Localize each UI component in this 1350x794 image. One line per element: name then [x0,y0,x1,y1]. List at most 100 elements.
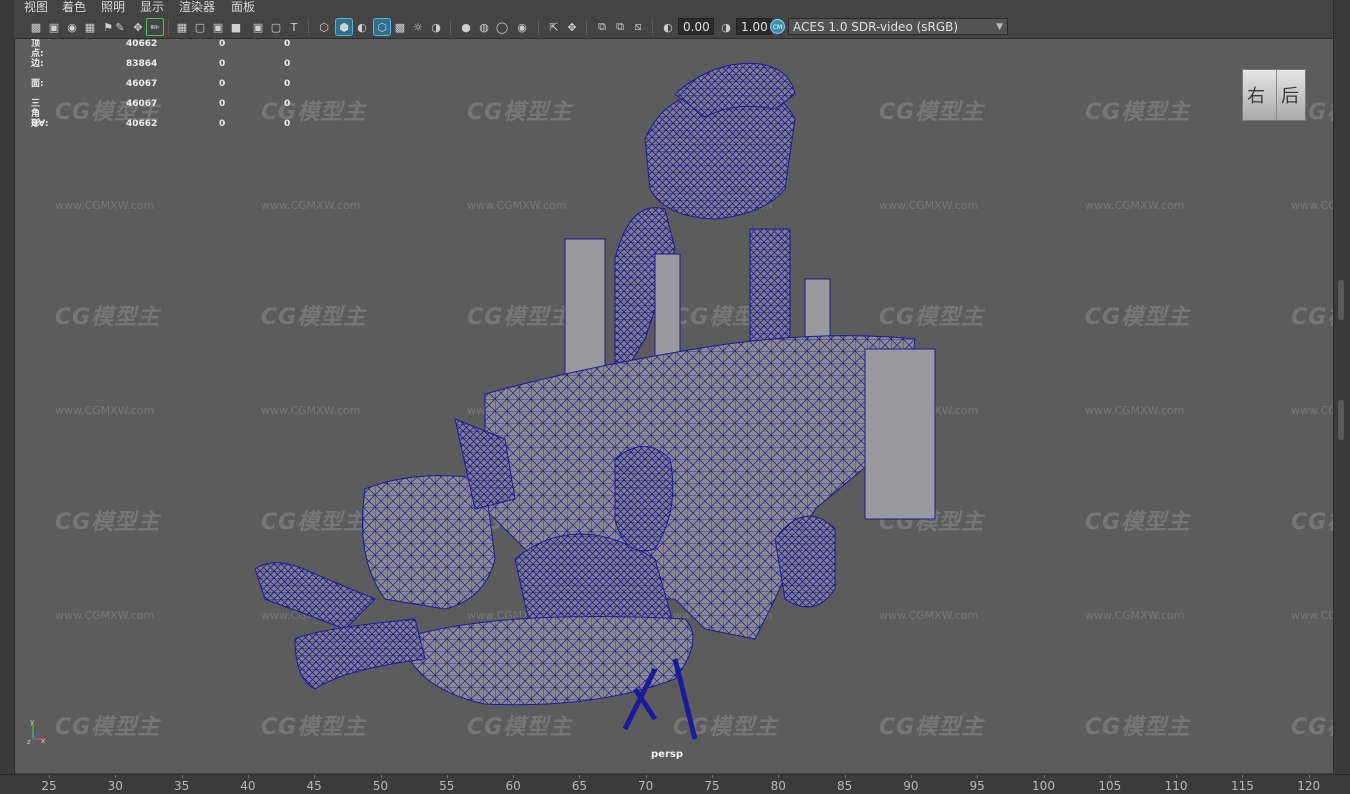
time-tick-label: 105 [1098,779,1122,793]
xray-active-icon[interactable]: ◉ [514,19,530,35]
wireframe-model[interactable] [15,39,1334,773]
image-plane-icon[interactable]: ▦ [82,19,98,35]
film-gate-icon[interactable]: ▢ [192,19,208,35]
panel-resize-handle[interactable] [1338,280,1344,320]
safe-action-icon[interactable]: ▢ [268,19,284,35]
bookmark-camera-icon[interactable]: ◉ [64,19,80,35]
grid-icon[interactable]: ▦ [174,19,190,35]
time-tick-label: 40 [240,779,256,793]
camera-select-icon[interactable]: ▩ [28,19,44,35]
time-tick-label: 35 [173,779,190,793]
time-tick-mark [380,775,382,778]
time-tick-label: 60 [505,779,521,793]
time-tick-mark [1043,775,1045,778]
time-tick-label: 90 [903,779,919,793]
axis-gizmo-icon: y x z [27,719,45,745]
time-tick-mark [1176,775,1178,778]
exposure-icon[interactable]: ◐ [660,19,676,35]
grease-pencil-tool-icon[interactable]: ✏ [146,18,164,36]
exposure-field[interactable]: 0.00 [678,18,714,35]
grease-pencil-icon[interactable]: ✎ [112,19,128,35]
time-tick-label: 65 [571,779,588,793]
time-tick-mark [247,775,249,778]
wireframe-icon[interactable]: ⬡ [316,19,332,35]
time-slider[interactable]: 25 30 35 40 45 50 55 60 65 70 75 80 85 90 95 100 105 110 1… [0,774,1350,794]
menu-lighting[interactable]: 照明 [101,0,125,14]
viewcube-face-right[interactable]: 右 [1247,82,1265,108]
time-tick-label: 80 [770,779,786,793]
chevron-down-icon: ▼ [996,22,1003,32]
frame-selection-icon[interactable]: ⧉ [612,19,628,35]
panel-toolbar: ▩ ▣ ◉ ▦ ⚑ ✎ ✥ ✏ ▦ ▢ ▣ ■ ▣ ▢ T ⬡ ⬢ ◐ ⬡ ▩ … [14,16,1334,39]
time-tick-mark [977,775,979,778]
time-tick-label: 85 [836,779,853,793]
wireframe-on-shaded-icon[interactable]: ⬡ [373,18,391,36]
panel-menubar: 视图 着色 照明 显示 渲染器 面板 [14,0,1334,16]
color-space-value: ACES 1.0 SDR-video (sRGB) [793,20,959,34]
safe-title-icon[interactable]: T [286,19,302,35]
textured-icon[interactable]: ▩ [392,19,408,35]
time-tick-label: 50 [372,779,389,793]
move-camera-icon[interactable]: ✥ [564,19,580,35]
smooth-shade-icon[interactable]: ⬢ [335,18,353,36]
time-tick-label: 45 [306,779,322,793]
svg-text:z: z [27,738,31,745]
color-management-icon[interactable]: CM [770,19,785,34]
default-material-icon[interactable]: ◐ [354,19,370,35]
time-tick-mark [844,775,846,778]
menu-view[interactable]: 视图 [24,0,48,14]
gamma-icon[interactable]: ◑ [718,19,734,35]
select-camera-icon[interactable]: ⇱ [546,19,562,35]
resolution-gate-icon[interactable]: ▣ [210,19,226,35]
xray-joints-icon[interactable]: ◍ [476,19,492,35]
2d-pan-zoom-icon[interactable]: ✥ [130,19,146,35]
time-tick-mark [49,775,50,778]
camera-attributes-icon[interactable]: ▣ [46,19,62,35]
time-tick-mark [910,775,912,778]
time-tick-mark [181,775,183,778]
time-tick-label: 30 [107,779,123,793]
menu-renderer[interactable]: 渲染器 [179,0,215,14]
time-tick-mark [778,775,780,778]
gamma-field[interactable]: 1.00 [736,18,772,35]
time-tick-label: 25 [41,779,57,793]
frame-all-icon[interactable]: ⧅ [630,19,646,35]
xray-icon[interactable]: ● [458,19,474,35]
time-tick-label: 120 [1297,779,1321,793]
time-tick-label: 110 [1164,779,1188,793]
time-tick-mark [1242,775,1244,778]
camera-name-label: persp [651,749,683,760]
use-all-lights-icon[interactable]: ☼ [410,19,426,35]
time-tick-mark [446,775,448,778]
svg-text:x: x [41,737,45,745]
gate-mask-icon[interactable]: ■ [228,19,244,35]
viewport-3d[interactable]: CG模型主 www.CGMXW.com CG模型主 www.CGMXW.com CG模型… [15,39,1334,773]
panel-resize-handle[interactable] [1338,400,1344,440]
time-tick-mark [579,775,581,778]
viewcube-face-back[interactable]: 后 [1281,82,1299,108]
svg-text:y: y [30,719,34,726]
menu-panels[interactable]: 面板 [231,0,255,14]
time-tick-mark [115,775,117,778]
menu-show[interactable]: 显示 [140,0,164,14]
time-tick-label: 55 [439,779,455,793]
time-tick-label: 100 [1032,779,1055,793]
shadows-icon[interactable]: ◑ [428,19,444,35]
color-space-dropdown[interactable]: ACES 1.0 SDR-video (sRGB) ▼ [788,18,1008,35]
left-panel-edge [0,0,15,793]
time-tick-label: 75 [704,779,720,793]
time-tick-mark [314,775,316,778]
time-tick-label: 70 [638,779,654,793]
right-panel-edge [1333,0,1350,793]
time-tick-mark [1109,775,1111,778]
view-cube[interactable]: 右 后 [1242,69,1306,121]
time-tick-mark [1308,775,1310,778]
isolate-select-icon[interactable]: ◯ [494,19,510,35]
isolate-icon[interactable]: ⧉ [594,19,610,35]
time-tick-mark [712,775,713,778]
menu-shading[interactable]: 着色 [62,0,86,14]
time-tick-mark [513,775,515,778]
time-tick-label: 115 [1230,779,1254,793]
field-chart-icon[interactable]: ▣ [250,19,266,35]
time-tick-label: 95 [969,779,985,793]
